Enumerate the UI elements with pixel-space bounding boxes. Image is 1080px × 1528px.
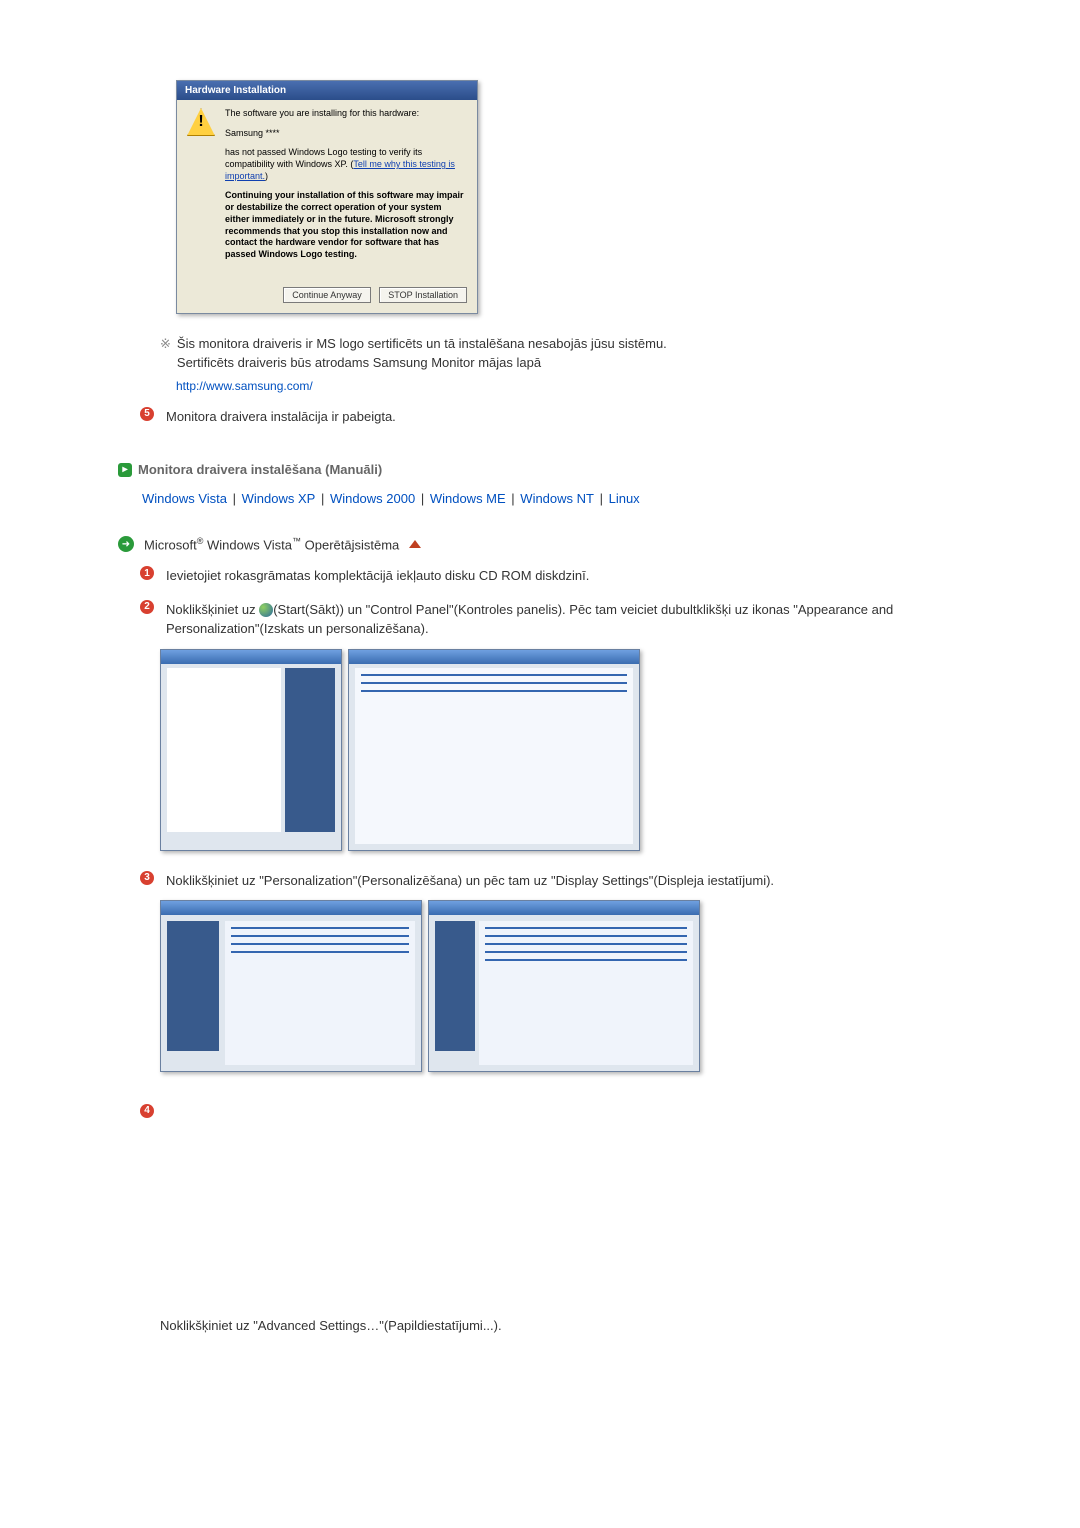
back-to-top-icon[interactable] [409, 540, 421, 548]
vista-heading: ➜ Microsoft® Windows Vista™ Operētājsist… [118, 536, 940, 552]
screenshot-row-1 [160, 649, 940, 851]
step-number-5: 5 [140, 407, 154, 421]
stop-installation-button[interactable]: STOP Installation [379, 287, 467, 303]
step-3: 3 Noklikšķiniet uz "Personalization"(Per… [140, 871, 940, 891]
step-1: 1 Ievietojiet rokasgrāmatas komplektācij… [140, 566, 940, 586]
hardware-installation-dialog: Hardware Installation ! The software you… [176, 80, 478, 314]
step-5: 5 Monitora draivera instalācija ir pabei… [140, 407, 940, 427]
dialog-title: Hardware Installation [177, 81, 477, 100]
step-4-text: Noklikšķiniet uz "Advanced Settings…"(Pa… [160, 1318, 940, 1333]
dialog-line1: The software you are installing for this… [225, 108, 467, 120]
step-4-marker: 4 [140, 1102, 940, 1118]
dialog-warning-text: Continuing your installation of this sof… [225, 190, 467, 260]
personalization-screenshot [428, 900, 700, 1072]
warning-icon: ! [187, 108, 215, 136]
continue-anyway-button[interactable]: Continue Anyway [283, 287, 371, 303]
link-windows-me[interactable]: Windows ME [430, 491, 506, 506]
link-windows-vista[interactable]: Windows Vista [142, 491, 227, 506]
step-number-3: 3 [140, 871, 154, 885]
start-orb-icon [259, 603, 273, 617]
step-number-1: 1 [140, 566, 154, 580]
step-2: 2 Noklikšķiniet uz (Start(Sākt)) un "Con… [140, 600, 940, 639]
link-linux[interactable]: Linux [609, 491, 640, 506]
samsung-url-link[interactable]: http://www.samsung.com/ [176, 379, 313, 393]
arrow-circle-icon: ➜ [118, 536, 134, 552]
step-number-4: 4 [140, 1104, 154, 1118]
os-links-row: Windows Vista | Windows XP | Windows 200… [140, 491, 940, 506]
step-number-2: 2 [140, 600, 154, 614]
start-menu-screenshot [160, 649, 342, 851]
appearance-screenshot [160, 900, 422, 1072]
link-windows-nt[interactable]: Windows NT [520, 491, 594, 506]
link-windows-xp[interactable]: Windows XP [242, 491, 316, 506]
certification-note: ※ Šis monitora draiveris ir MS logo sert… [160, 334, 940, 373]
manual-install-section: ▸ Monitora draivera instalēšana (Manuāli… [118, 462, 940, 477]
dialog-compat: has not passed Windows Logo testing to v… [225, 147, 467, 182]
section-bullet-icon: ▸ [118, 463, 132, 477]
control-panel-screenshot [348, 649, 640, 851]
dialog-device: Samsung **** [225, 128, 467, 140]
screenshot-row-2 [160, 900, 940, 1072]
asterisk-icon: ※ [160, 334, 171, 373]
link-windows-2000[interactable]: Windows 2000 [330, 491, 415, 506]
